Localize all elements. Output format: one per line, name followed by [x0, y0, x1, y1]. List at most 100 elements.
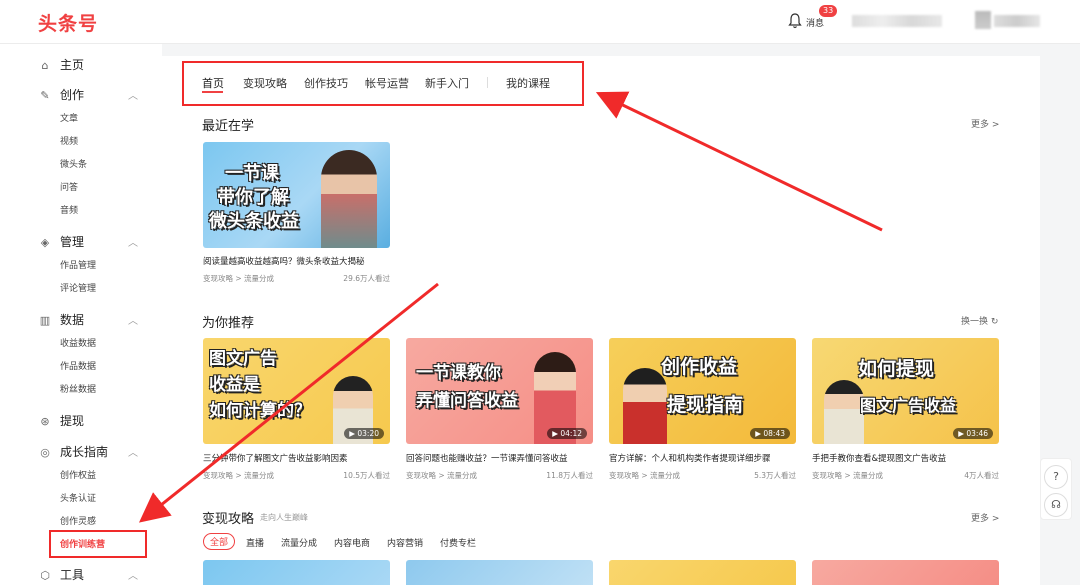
- headset-icon[interactable]: ☊: [1044, 493, 1068, 517]
- messages-label[interactable]: 消息: [806, 16, 824, 29]
- recommend-thumbnail[interactable]: 如何提现 图文广告收益 ▶ 03:46: [812, 338, 999, 444]
- section-subtitle-monetize: 走向人生巅峰: [260, 513, 308, 522]
- refresh-icon: ↻: [990, 317, 999, 327]
- recommend-views: 4万人看过: [964, 471, 999, 480]
- thumb-text-line: 图文广告收益: [860, 396, 957, 415]
- pen-icon: ✎: [40, 89, 50, 102]
- sidebar-sub-article[interactable]: 文章: [60, 111, 78, 124]
- recommend-title[interactable]: 三分钟带你了解图文广告收益影响因素: [203, 452, 390, 464]
- presenter-figure: [321, 150, 377, 248]
- sidebar-sub-works-data[interactable]: 作品数据: [60, 359, 96, 372]
- chevron-up-icon[interactable]: ︿: [128, 312, 138, 327]
- refresh-link[interactable]: 换一换 ↻: [961, 314, 998, 327]
- annotation-box-training: [49, 530, 147, 558]
- chevron-up-icon[interactable]: ︿: [128, 444, 138, 459]
- sidebar-item-growth[interactable]: ◎ 成长指南: [38, 443, 108, 460]
- sidebar-sub-inspiration[interactable]: 创作灵感: [60, 514, 96, 527]
- duration-badge: ▶ 04:12: [547, 428, 587, 439]
- bell-icon[interactable]: [788, 13, 802, 29]
- recommend-category[interactable]: 变现攻略 > 流量分成: [812, 470, 883, 481]
- sidebar-sub-video[interactable]: 视频: [60, 134, 78, 147]
- sidebar-sub-works[interactable]: 作品管理: [60, 258, 96, 271]
- chevron-up-icon[interactable]: ︿: [128, 234, 138, 249]
- monetize-thumbnail[interactable]: [203, 560, 390, 585]
- more-link-recent[interactable]: 更多 >: [971, 117, 999, 130]
- thumb-text-line: 提现指南: [667, 394, 744, 416]
- monetize-thumbnail[interactable]: [609, 560, 796, 585]
- coin-icon: ⊛: [40, 415, 50, 428]
- sidebar-growth-label: 成长指南: [60, 445, 109, 459]
- presenter-figure: [824, 380, 864, 444]
- messages-count-badge: 33: [819, 5, 838, 17]
- sidebar-sub-verification[interactable]: 头条认证: [60, 491, 96, 504]
- avatar[interactable]: [975, 11, 991, 29]
- recommend-title[interactable]: 手把手教你查看&提现图文广告收益: [812, 452, 999, 464]
- annotation-box-tabs: [182, 61, 584, 106]
- filter-live[interactable]: 直播: [246, 536, 264, 549]
- sidebar-item-create[interactable]: ✎ 创作: [38, 86, 84, 103]
- chevron-up-icon[interactable]: ︿: [128, 567, 138, 582]
- sidebar-sub-qa[interactable]: 问答: [60, 180, 78, 193]
- sidebar-item-manage[interactable]: ◈ 管理: [38, 233, 84, 250]
- chart-icon: ▥: [39, 314, 51, 327]
- recommend-views: 5.3万人看过: [754, 471, 796, 480]
- sidebar-create-label: 创作: [60, 88, 85, 102]
- section-title-recent: 最近在学: [202, 119, 255, 134]
- recommend-thumbnail[interactable]: 创作收益 提现指南 ▶ 08:43: [609, 338, 796, 444]
- sidebar-sub-revenue-data[interactable]: 收益数据: [60, 336, 96, 349]
- monetize-thumbnail[interactable]: [812, 560, 999, 585]
- thumb-text-line: 带你了解: [217, 187, 289, 208]
- recent-course-title[interactable]: 阅读量越高收益越高吗？微头条收益大揭秘: [203, 255, 390, 267]
- duration-text: 03:20: [357, 429, 379, 438]
- sidebar-item-home[interactable]: ⌂ 主页: [38, 56, 85, 73]
- recommend-title[interactable]: 官方详解：个人和机构类作者提现详细步骤: [609, 452, 796, 464]
- sidebar-item-tools[interactable]: ⬡ 工具: [38, 566, 84, 583]
- recommend-category[interactable]: 变现攻略 > 流量分成: [609, 470, 680, 481]
- sidebar-data-label: 数据: [60, 313, 85, 327]
- recent-course-thumbnail[interactable]: 一节课 带你了解 微头条收益: [203, 142, 390, 248]
- top-header: 头条号 消息 33: [0, 0, 1080, 44]
- recommend-category[interactable]: 变现攻略 > 流量分成: [406, 470, 477, 481]
- sidebar-home-label: 主页: [60, 58, 85, 72]
- monetize-thumbnail[interactable]: [406, 560, 593, 585]
- recent-course-views: 29.6万人看过: [343, 274, 390, 283]
- duration-text: 08:43: [763, 429, 785, 438]
- home-icon: ⌂: [41, 59, 49, 72]
- sidebar-item-withdraw[interactable]: ⊛ 提现: [38, 412, 84, 429]
- help-icon[interactable]: ?: [1044, 465, 1068, 489]
- recommend-title[interactable]: 回答问题也能赚收益？一节课弄懂问答收益: [406, 452, 593, 464]
- filter-paid-column[interactable]: 付费专栏: [440, 536, 476, 549]
- thumb-text-line: 微头条收益: [209, 211, 299, 232]
- sidebar-sub-microheadline[interactable]: 微头条: [60, 157, 87, 170]
- thumb-text-line: 收益是: [209, 375, 260, 395]
- chevron-up-icon[interactable]: ︿: [128, 87, 138, 102]
- filter-traffic-share[interactable]: 流量分成: [281, 536, 317, 549]
- duration-badge: ▶ 08:43: [750, 428, 790, 439]
- sidebar-sub-audio[interactable]: 音频: [60, 203, 78, 216]
- sidebar-tools-label: 工具: [60, 568, 85, 582]
- duration-text: 04:12: [560, 429, 582, 438]
- section-title-monetize: 变现攻略: [202, 512, 255, 527]
- refresh-label: 换一换: [961, 317, 989, 327]
- box-icon: ⬡: [40, 569, 50, 582]
- sidebar-item-data[interactable]: ▥ 数据: [38, 311, 84, 328]
- recommend-category[interactable]: 变现攻略 > 流量分成: [203, 470, 274, 481]
- more-link-monetize[interactable]: 更多 >: [971, 511, 999, 524]
- thumb-text-line: 一节课: [225, 163, 279, 184]
- duration-badge: ▶ 03:20: [344, 428, 384, 439]
- account-name-blurred[interactable]: [994, 15, 1040, 27]
- sidebar-sub-rights[interactable]: 创作权益: [60, 468, 96, 481]
- section-title-recommend: 为你推荐: [202, 316, 255, 331]
- recommend-thumbnail[interactable]: 图文广告 收益是 如何计算的？ ▶ 03:20: [203, 338, 390, 444]
- filter-all[interactable]: 全部: [203, 533, 236, 550]
- logo[interactable]: 头条号: [38, 9, 98, 36]
- recent-course-category[interactable]: 变现攻略 > 流量分成: [203, 273, 274, 284]
- sidebar-sub-fans-data[interactable]: 粉丝数据: [60, 382, 96, 395]
- sidebar-sub-comments[interactable]: 评论管理: [60, 281, 96, 294]
- sidebar-manage-label: 管理: [60, 235, 85, 249]
- recommend-views: 10.5万人看过: [343, 471, 390, 480]
- filter-content-marketing[interactable]: 内容营销: [387, 536, 423, 549]
- filter-ecommerce[interactable]: 内容电商: [334, 536, 370, 549]
- recommend-thumbnail[interactable]: 一节课教你 弄懂问答收益 ▶ 04:12: [406, 338, 593, 444]
- app-root: 头条号 消息 33 ⌂ 主页 ✎ 创作 ︿ 文章 视频 微头条 问答 音频 ◈ 管理 …: [0, 0, 1080, 585]
